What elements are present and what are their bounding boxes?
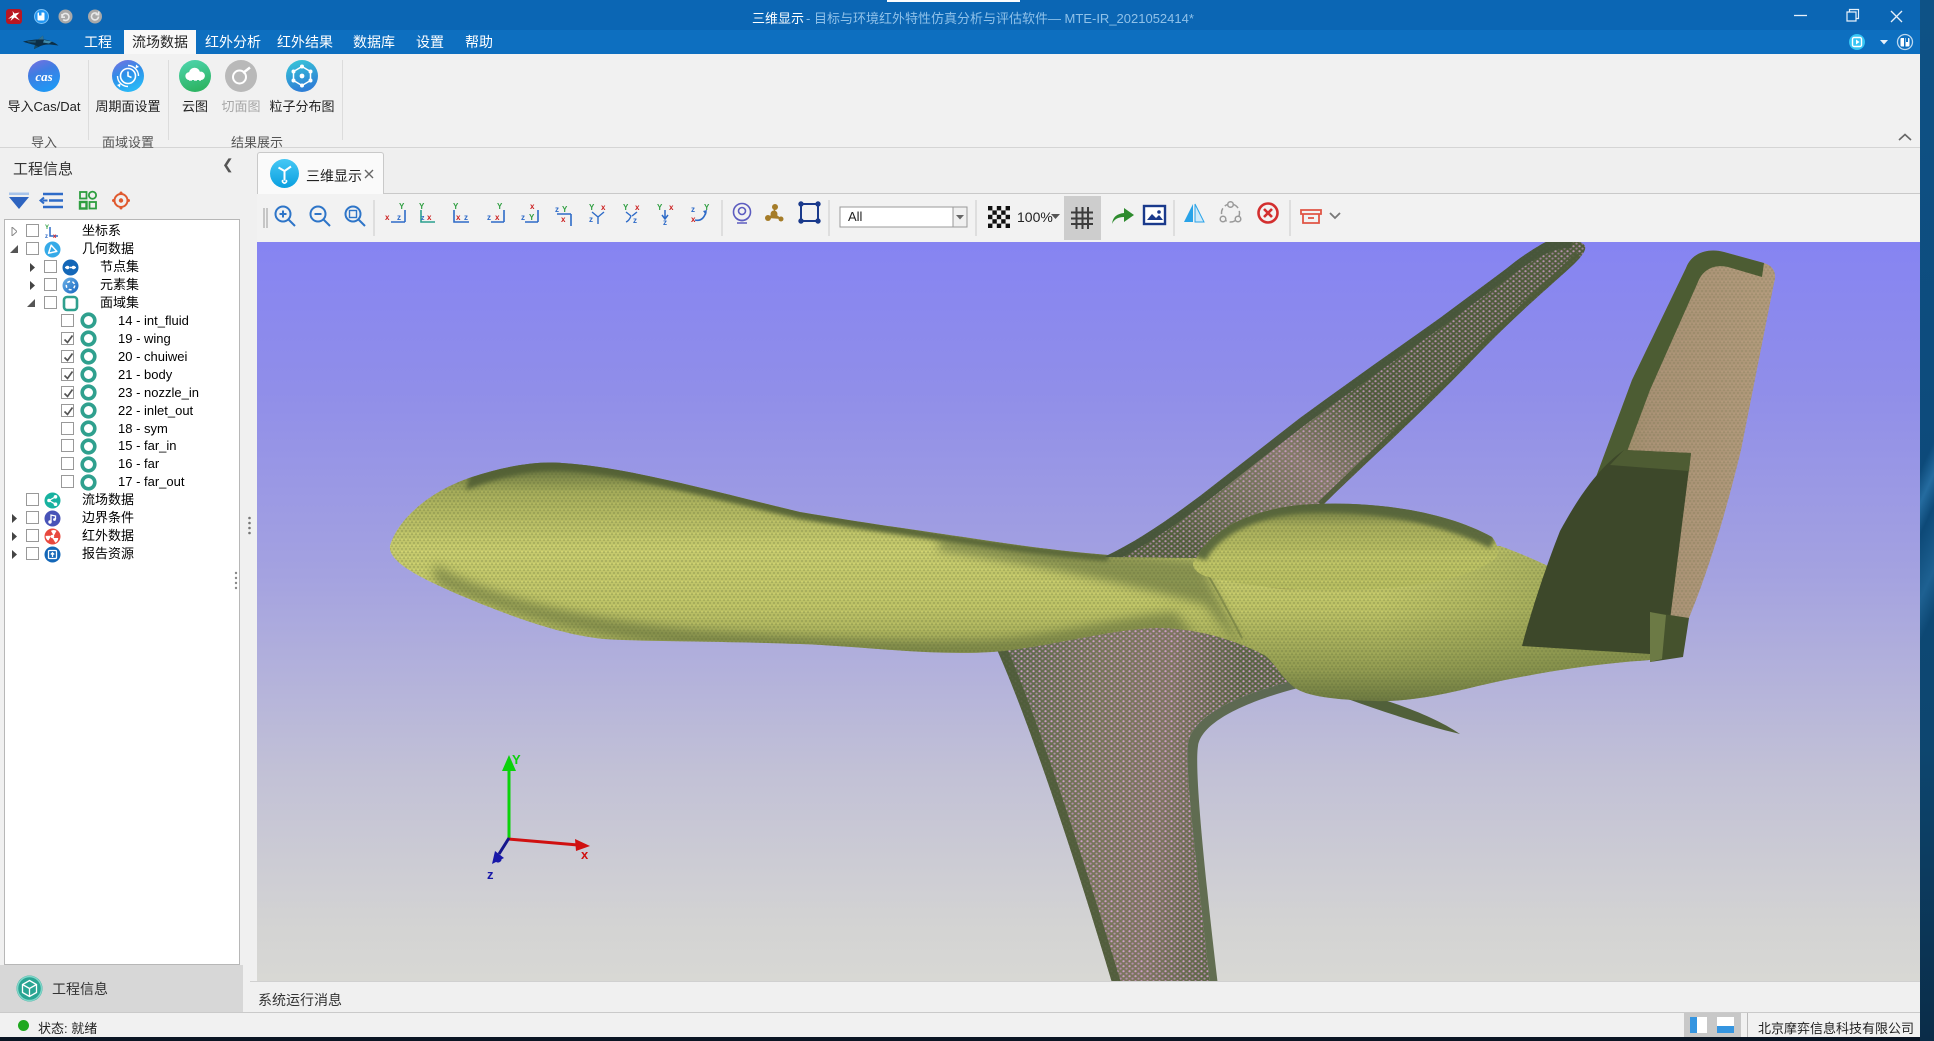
svg-text:x: x [385,213,390,222]
svg-text:cas: cas [35,69,52,84]
svg-text:All: All [848,209,863,224]
svg-text:z: z [421,215,425,222]
svg-text:Y: Y [623,203,629,212]
svg-text:z: z [633,216,637,225]
svg-text:Y: Y [419,202,425,211]
svg-text:z: z [521,213,525,222]
svg-text:z: z [663,218,667,227]
svg-text:Y: Y [497,202,503,211]
svg-text:z: z [487,867,494,882]
svg-text:z: z [487,213,491,222]
svg-text:z: z [397,213,401,222]
svg-text:Y: Y [529,213,535,222]
svg-text:x: x [669,203,674,212]
svg-text:Y: Y [589,203,595,212]
svg-text:x: x [427,213,432,222]
svg-text:Y: Y [562,205,568,214]
svg-text:Y: Y [453,202,459,211]
svg-text:100%: 100% [1017,209,1053,225]
svg-text:Y: Y [512,752,521,767]
svg-text:x: x [495,213,500,222]
svg-text:z: z [589,215,593,224]
svg-text:z: z [555,205,559,214]
svg-text:x: x [635,203,640,212]
svg-text:x: x [561,215,566,224]
svg-text:z: z [464,213,468,222]
svg-text:z: z [691,205,695,214]
svg-text:Y: Y [657,203,663,212]
svg-text:x: x [456,213,461,222]
svg-text:x: x [601,203,606,212]
svg-text:x: x [581,847,589,862]
svg-text:Y: Y [45,225,49,231]
svg-text:Y: Y [399,202,405,211]
svg-text:x: x [530,202,535,211]
